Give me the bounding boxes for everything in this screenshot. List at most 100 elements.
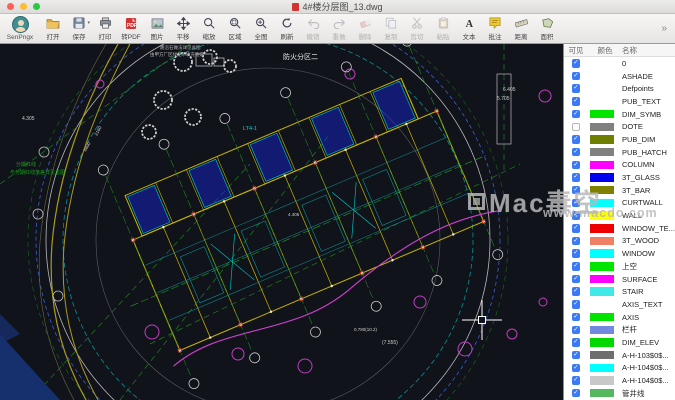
toolbar-button-text[interactable]: A 文本 — [456, 14, 482, 43]
layer-visibility-checkbox[interactable]: ✓ — [571, 287, 581, 296]
layer-row[interactable]: ✓ WINDOW — [564, 247, 675, 260]
toolbar-button-zoom[interactable]: 缩放 — [196, 14, 222, 43]
layer-row[interactable]: ✓ A-H-103$0$... — [564, 349, 675, 362]
layer-color-swatch[interactable] — [590, 147, 614, 157]
toolbar-button-print[interactable]: 打印 — [92, 14, 118, 43]
toolbar-button-pan[interactable]: 平移 — [170, 14, 196, 43]
layer-row[interactable]: ✓ DIM_ELEV — [564, 336, 675, 349]
layer-row[interactable]: ✓ COLUMN — [564, 159, 675, 172]
layer-row[interactable]: ✓ CURTWALL — [564, 197, 675, 210]
layer-visibility-checkbox[interactable]: ✓ — [571, 71, 581, 81]
layer-row[interactable]: ✓ Defpoints — [564, 82, 675, 95]
layer-visibility-checkbox[interactable]: ✓ — [571, 262, 581, 271]
layer-visibility-checkbox[interactable]: ✓ — [571, 249, 581, 258]
layer-row[interactable]: ✓ A-H-104$0$... — [564, 374, 675, 387]
layer-color-swatch[interactable] — [590, 249, 614, 258]
layer-row[interactable]: ✓ 栏杆 — [564, 323, 675, 336]
layer-row[interactable]: ✓ 0 — [564, 57, 675, 70]
layer-visibility-checkbox[interactable]: ✓ — [571, 363, 581, 373]
toolbar-button-pdf[interactable]: PDF 转PDF — [118, 14, 144, 43]
layer-visibility-checkbox[interactable]: ✓ — [571, 84, 581, 93]
layer-row[interactable]: ✓ AXIS — [564, 311, 675, 324]
layer-color-swatch[interactable] — [590, 287, 614, 296]
layer-row[interactable]: ✓ ASHADE — [564, 70, 675, 83]
toolbar-button-area[interactable]: 面积 — [534, 14, 560, 43]
layer-visibility-checkbox[interactable]: ✓ — [571, 59, 581, 68]
drawing-canvas[interactable]: 防火分区二 路沿石做法详见总图 由甲方厂区绿化带填充物定 分期红线 与分期红线落差详见总… — [0, 44, 563, 400]
layer-row[interactable]: DOTE — [564, 120, 675, 133]
toolbar-button-distance[interactable]: 距离 — [508, 14, 534, 43]
layer-row[interactable]: ✓ PUB_TEXT — [564, 95, 675, 108]
layer-visibility-checkbox[interactable]: ✓ — [571, 198, 581, 208]
layer-visibility-checkbox[interactable]: ✓ — [571, 312, 581, 322]
layer-color-swatch[interactable] — [590, 274, 614, 284]
layer-visibility-checkbox[interactable]: ✓ — [571, 97, 581, 106]
toolbar-button-image[interactable]: 图片 — [144, 14, 170, 43]
toolbar-button-zoom-region[interactable]: 区域 — [222, 14, 248, 43]
layer-color-swatch[interactable] — [590, 135, 614, 144]
layer-row[interactable]: ✓ DIM_SYMB — [564, 108, 675, 121]
layer-visibility-checkbox[interactable]: ✓ — [571, 185, 581, 195]
layer-visibility-checkbox[interactable]: ✓ — [571, 173, 581, 182]
layer-color-swatch[interactable] — [590, 198, 614, 208]
layer-color-swatch[interactable] — [590, 338, 614, 347]
layer-color-swatch[interactable] — [590, 160, 614, 170]
toolbar-overflow-button[interactable]: » — [661, 23, 667, 34]
toolbar-button-note[interactable]: 批注 — [482, 14, 508, 43]
layer-color-swatch[interactable] — [590, 173, 614, 182]
layer-color-swatch[interactable] — [590, 236, 614, 246]
layer-row[interactable]: ✓ STAIR — [564, 285, 675, 298]
layer-visibility-checkbox[interactable]: ✓ — [571, 388, 581, 398]
layer-visibility-checkbox[interactable]: ✓ — [571, 376, 581, 385]
layer-row[interactable]: ✓ 3T_WOOD — [564, 235, 675, 248]
toolbar-button-zoom-extents[interactable]: 全图 — [248, 14, 274, 43]
layer-row[interactable]: ✓ AXIS_TEXT — [564, 298, 675, 311]
layer-color-swatch[interactable] — [590, 312, 614, 322]
layer-visibility-checkbox[interactable]: ✓ — [571, 224, 581, 233]
toolbar-button-save[interactable]: ▾ 保存 — [66, 14, 92, 43]
layer-row[interactable]: ✓ 3T_BAR — [564, 184, 675, 197]
layer-color-swatch[interactable] — [590, 185, 614, 195]
layer-visibility-checkbox[interactable]: ✓ — [571, 135, 581, 144]
layer-color-swatch[interactable] — [590, 262, 614, 271]
layer-row[interactable]: ✓ SURFACE — [564, 273, 675, 286]
layer-visibility-checkbox[interactable]: ✓ — [571, 338, 581, 347]
layer-visibility-checkbox[interactable]: ✓ — [571, 350, 581, 360]
minimize-button[interactable] — [20, 3, 27, 10]
layer-color-swatch[interactable] — [590, 300, 614, 309]
layer-color-swatch[interactable] — [590, 388, 614, 398]
layer-color-swatch[interactable] — [590, 350, 614, 360]
layer-row[interactable]: ✓ PUB_HATCH — [564, 146, 675, 159]
layer-color-swatch[interactable] — [590, 224, 614, 233]
fullscreen-button[interactable] — [33, 3, 40, 10]
layer-color-swatch[interactable] — [590, 72, 614, 81]
layer-row[interactable]: ✓ 3T_GLASS — [564, 171, 675, 184]
close-button[interactable] — [7, 3, 14, 10]
layer-color-swatch[interactable] — [590, 376, 614, 385]
layer-visibility-checkbox[interactable]: ✓ — [571, 109, 581, 119]
layer-color-swatch[interactable] — [590, 84, 614, 93]
layer-visibility-checkbox[interactable]: ✓ — [571, 211, 581, 220]
layer-row[interactable]: ✓ A-H-104$0$... — [564, 362, 675, 375]
layer-color-swatch[interactable] — [590, 122, 614, 132]
layer-visibility-checkbox[interactable]: ✓ — [571, 325, 581, 335]
layer-visibility-checkbox[interactable] — [571, 122, 581, 132]
layer-visibility-checkbox[interactable]: ✓ — [571, 147, 581, 157]
layer-row[interactable]: ✓ WALL — [564, 209, 675, 222]
layer-color-swatch[interactable] — [590, 97, 614, 106]
user-account-button[interactable]: SenPngx — [0, 14, 40, 43]
layer-color-swatch[interactable] — [590, 211, 614, 220]
layer-visibility-checkbox[interactable]: ✓ — [571, 160, 581, 170]
layer-row[interactable]: ✓ PUB_DIM — [564, 133, 675, 146]
layer-color-swatch[interactable] — [590, 59, 614, 68]
layer-color-swatch[interactable] — [590, 325, 614, 335]
toolbar-button-open-folder[interactable]: 打开 — [40, 14, 66, 43]
layer-visibility-checkbox[interactable]: ✓ — [571, 274, 581, 284]
layer-color-swatch[interactable] — [590, 109, 614, 119]
toolbar-button-refresh[interactable]: 刷新 — [274, 14, 300, 43]
layer-color-swatch[interactable] — [590, 363, 614, 373]
layer-visibility-checkbox[interactable]: ✓ — [571, 236, 581, 246]
layer-row[interactable]: ✓ WINDOW_TE... — [564, 222, 675, 235]
layer-row[interactable]: ✓ 管井线 — [564, 387, 675, 400]
layer-row[interactable]: ✓ 上空 — [564, 260, 675, 273]
